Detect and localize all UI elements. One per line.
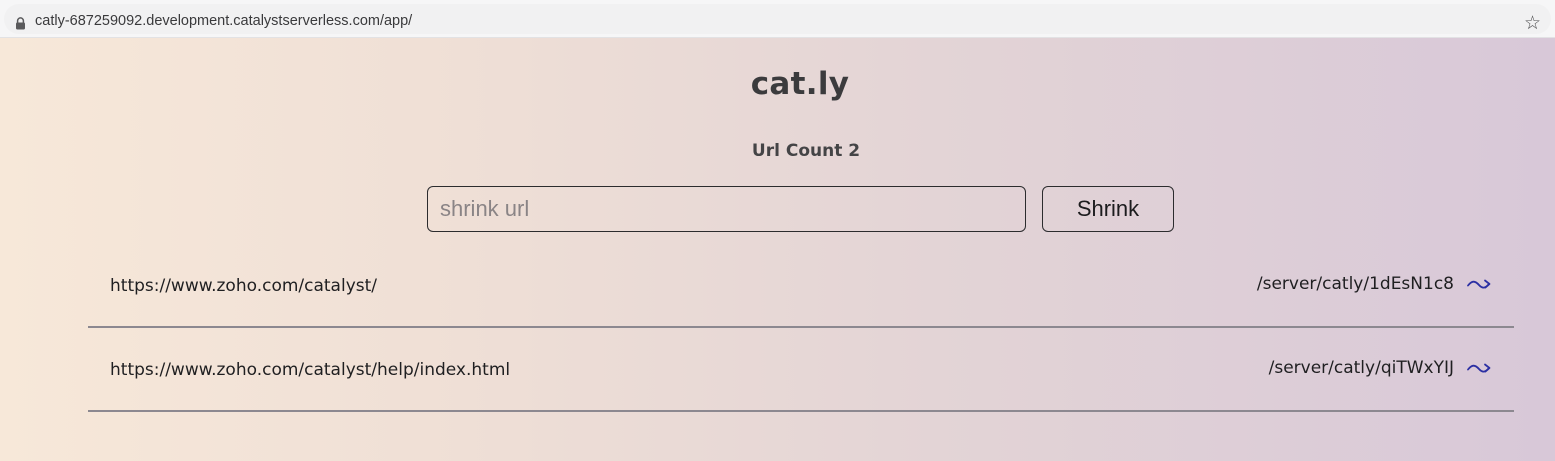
- short-url-link[interactable]: /server/catly/1dEsN1c8: [1257, 274, 1492, 294]
- star-icon[interactable]: ☆: [1524, 11, 1541, 35]
- shrink-url-input[interactable]: [427, 186, 1026, 232]
- app-title: cat.ly: [750, 66, 850, 102]
- url-count: Url Count 2: [751, 141, 861, 161]
- short-url[interactable]: /server/catly/1dEsN1c8: [1257, 274, 1454, 294]
- address-bar[interactable]: catly-687259092.development.catalystserv…: [4, 4, 1551, 34]
- url-row: https://www.zoho.com/catalyst/help/index…: [88, 328, 1514, 412]
- browser-toolbar: catly-687259092.development.catalystserv…: [0, 0, 1555, 38]
- long-url: https://www.zoho.com/catalyst/: [110, 276, 378, 296]
- lock-icon: [16, 17, 25, 30]
- arrow-icon[interactable]: [1466, 361, 1492, 375]
- long-url: https://www.zoho.com/catalyst/help/index…: [110, 360, 511, 380]
- short-url-link[interactable]: /server/catly/qiTWxYIJ: [1269, 358, 1492, 378]
- url-row: https://www.zoho.com/catalyst/ /server/c…: [88, 244, 1514, 328]
- shrink-button[interactable]: Shrink: [1042, 186, 1174, 232]
- short-url[interactable]: /server/catly/qiTWxYIJ: [1269, 358, 1454, 378]
- address-url[interactable]: catly-687259092.development.catalystserv…: [35, 13, 412, 29]
- app-container: cat.ly Url Count 2 Shrink https://www.zo…: [0, 38, 1555, 461]
- arrow-icon[interactable]: [1466, 277, 1492, 291]
- url-list: https://www.zoho.com/catalyst/ /server/c…: [88, 244, 1514, 412]
